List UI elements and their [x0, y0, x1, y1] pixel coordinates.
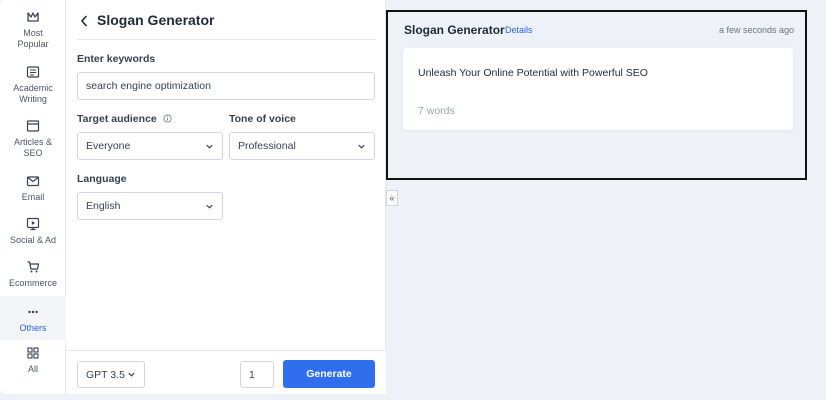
chevron-left-icon — [81, 15, 87, 27]
sidebar-item-ecommerce[interactable]: Ecommerce — [0, 260, 66, 289]
keywords-input[interactable]: search engine optimization — [77, 72, 375, 100]
sidebar-item-label: Others — [19, 323, 47, 333]
document-icon — [26, 66, 40, 78]
model-value: GPT 3.5 — [86, 368, 125, 381]
generator-form: Slogan Generator Enter keywords search e… — [66, 0, 386, 394]
audience-select[interactable]: Everyone — [77, 132, 223, 160]
sidebar-item-label: Most Popular — [17, 28, 49, 49]
sidebar-item-label: Articles & SEO — [13, 137, 52, 158]
tone-value: Professional — [238, 140, 296, 152]
category-sidebar: Most Popular Academic Writing Articles &… — [0, 0, 66, 394]
audience-label: Target audience — [77, 113, 172, 125]
info-icon[interactable] — [163, 114, 172, 123]
output-panel: Slogan Generator Details a few seconds a… — [386, 0, 826, 394]
language-label: Language — [77, 173, 127, 185]
chevron-down-icon — [206, 204, 213, 209]
output-title: Slogan Generator — [404, 23, 505, 37]
sidebar-item-email[interactable]: Email — [0, 174, 66, 203]
sidebar-item-label: Ecommerce — [8, 278, 57, 288]
sidebar-item-label: Email — [21, 192, 45, 202]
form-footer: GPT 3.5 1 Generate — [66, 350, 386, 394]
sidebar-item-social-ad[interactable]: Social & Ad — [0, 217, 66, 246]
grid-icon — [27, 347, 39, 359]
model-select[interactable]: GPT 3.5 — [77, 361, 145, 388]
sidebar-item-others[interactable]: Others — [0, 296, 66, 340]
back-button[interactable] — [80, 13, 94, 29]
sidebar-item-label: Academic Writing — [13, 83, 53, 104]
keywords-label: Enter keywords — [77, 53, 156, 65]
crown-icon — [27, 12, 39, 22]
play-screen-icon — [26, 217, 40, 231]
mail-icon — [26, 176, 40, 187]
count-value: 1 — [249, 368, 255, 381]
generate-button[interactable]: Generate — [283, 360, 375, 388]
chevron-down-icon — [358, 144, 365, 149]
divider — [77, 39, 375, 40]
details-link[interactable]: Details — [505, 25, 533, 35]
language-value: English — [86, 200, 121, 212]
result-text: Unleash Your Online Potential with Power… — [418, 67, 648, 79]
tone-label: Tone of voice — [229, 113, 296, 125]
dots-icon — [28, 310, 38, 314]
sidebar-item-label: Social & Ad — [9, 235, 57, 245]
sidebar-item-label: All — [27, 364, 38, 374]
browser-icon — [26, 120, 40, 132]
result-card[interactable]: Unleash Your Online Potential with Power… — [403, 48, 793, 130]
sidebar-item-articles-seo[interactable]: Articles & SEO — [0, 119, 66, 159]
collapse-panel-button[interactable]: « — [386, 190, 398, 206]
sidebar-item-all[interactable]: All — [0, 346, 66, 375]
chevron-down-icon — [206, 144, 213, 149]
audience-label-text: Target audience — [77, 113, 157, 125]
keywords-value: search engine optimization — [86, 80, 211, 92]
tone-select[interactable]: Professional — [229, 132, 375, 160]
chevron-down-icon — [128, 372, 135, 377]
app-window: Most Popular Academic Writing Articles &… — [0, 0, 826, 394]
timestamp: a few seconds ago — [718, 25, 794, 35]
sidebar-item-academic-writing[interactable]: Academic Writing — [0, 65, 66, 105]
word-count: 7 words — [418, 105, 455, 117]
audience-value: Everyone — [86, 140, 131, 152]
cart-icon — [27, 261, 40, 273]
sidebar-item-most-popular[interactable]: Most Popular — [0, 10, 66, 50]
output-card: Slogan Generator Details a few seconds a… — [386, 10, 807, 180]
count-input[interactable]: 1 — [240, 361, 274, 388]
language-select[interactable]: English — [77, 192, 223, 220]
page-title: Slogan Generator — [97, 12, 215, 28]
